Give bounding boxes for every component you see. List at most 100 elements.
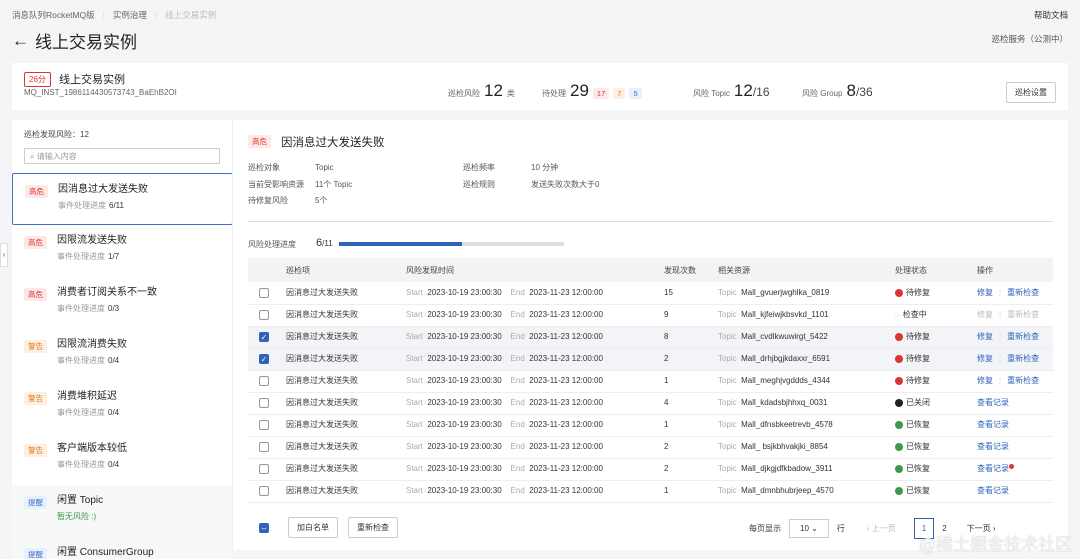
recheck-link[interactable]: 重新检查: [1007, 332, 1039, 341]
prev-page-button[interactable]: ‹ 上一页: [867, 523, 896, 534]
risk-list-item[interactable]: 警告 客户端版本较低 事件处理进度 0/4: [12, 433, 232, 485]
row-actions: 查看记录: [977, 458, 1053, 481]
fix-link[interactable]: 修复: [977, 332, 993, 341]
recheck-link[interactable]: 重新检查: [1007, 376, 1039, 385]
fix-link[interactable]: 修复: [977, 354, 993, 363]
recheck-link[interactable]: 重新检查: [1007, 288, 1039, 297]
back-arrow-icon[interactable]: ←: [12, 31, 29, 51]
row-status: 待修复: [895, 326, 977, 349]
risk-name: 因限流发送失败: [57, 235, 127, 246]
row-actions: 查看记录: [977, 392, 1053, 415]
row-count: 1: [664, 414, 718, 437]
row-resource: Topic Mall_dmnbhubrjeep_4570: [718, 480, 895, 503]
recheck-button[interactable]: 重新检查: [348, 517, 398, 538]
row-checkbox[interactable]: [259, 397, 269, 408]
row-checkbox[interactable]: [259, 419, 269, 430]
row-checkbox[interactable]: [259, 287, 269, 298]
risk-list-item[interactable]: 提醒 闲置 ConsumerGroup: [12, 537, 232, 559]
per-page-label: 每页显示: [749, 524, 781, 533]
risk-list-item[interactable]: 警告 因限流消费失败 事件处理进度 0/4: [12, 329, 232, 381]
breadcrumb-governance[interactable]: 实例治理: [113, 9, 147, 21]
progress-value: 6/11: [316, 237, 333, 249]
status-dot-icon: [895, 376, 903, 385]
search-input[interactable]: ⌕ 请输入内容: [24, 148, 220, 164]
notification-dot-icon: [1009, 464, 1014, 469]
status-dot-icon: [895, 442, 903, 451]
row-checkbox[interactable]: [259, 441, 269, 452]
row-resource: Topic Mall_dfnsbkeetrevb_4578: [718, 414, 895, 437]
level-tag: 警告: [24, 392, 47, 405]
fix-link[interactable]: 修复: [977, 288, 993, 297]
score-badge: 26分: [24, 72, 51, 87]
risk-name: 闲置 Topic: [57, 495, 104, 506]
per-page-select[interactable]: 10 ⌄: [789, 519, 829, 538]
row-checkbox[interactable]: [259, 309, 269, 320]
risk-progress: 事件处理进度 0/4: [57, 356, 120, 365]
status-dot-icon: [895, 486, 903, 495]
row-checkbox[interactable]: ✓: [259, 331, 269, 342]
risk-list-item[interactable]: 高危 因消息过大发送失败 事件处理进度 6/11: [12, 173, 232, 225]
expand-chevron-icon[interactable]: ›: [0, 243, 8, 267]
view-record-link[interactable]: 查看记录: [977, 398, 1009, 407]
row-time: Start 2023-10-19 23:00:30 End 2023-11-23…: [406, 282, 664, 305]
risk-detail-panel: 高危 因消息过大发送失败 巡检对象 Topic 当前受影响资源 11个 Topic …: [232, 120, 1068, 550]
search-icon: ⌕: [30, 152, 35, 161]
risk-list-item[interactable]: 提醒 闲置 Topic 暂无风险 :): [12, 485, 232, 537]
row-count: 2: [664, 436, 718, 459]
next-page-button[interactable]: 下一页 ›: [967, 523, 996, 534]
col-status: 处理状态: [895, 258, 977, 282]
breadcrumb-product[interactable]: 消息队列RocketMQ版: [12, 9, 95, 21]
row-item: 因消息过大发送失败: [286, 436, 406, 459]
col-item: 巡检项: [286, 258, 406, 282]
level-tag: 提醒: [24, 496, 47, 509]
view-record-link[interactable]: 查看记录: [977, 464, 1009, 473]
view-record-link[interactable]: 查看记录: [977, 420, 1009, 429]
fix-link[interactable]: 修复: [977, 310, 993, 319]
table-row: 因消息过大发送失败 Start 2023-10-19 23:00:30 End …: [248, 458, 1053, 481]
instance-summary-card: 26分 线上交易实例 MQ_INST_1986114430573743_BaEh…: [12, 63, 1068, 110]
table-row: 因消息过大发送失败 Start 2023-10-19 23:00:30 End …: [248, 392, 1053, 415]
row-checkbox[interactable]: [259, 485, 269, 496]
risk-list-item[interactable]: 高危 消费者订阅关系不一致 事件处理进度 0/3: [12, 277, 232, 329]
row-item: 因消息过大发送失败: [286, 282, 406, 305]
select-all-checkbox[interactable]: –: [259, 523, 269, 533]
row-time: Start 2023-10-19 23:00:30 End 2023-11-23…: [406, 436, 664, 459]
page-title: ← 线上交易实例: [12, 28, 137, 53]
page-2[interactable]: 2: [942, 524, 946, 533]
risk-name: 因消息过大发送失败: [58, 184, 148, 195]
row-status: 已恢复: [895, 436, 977, 459]
row-time: Start 2023-10-19 23:00:30 End 2023-11-23…: [406, 326, 664, 349]
fix-link[interactable]: 修复: [977, 376, 993, 385]
detail-fields-left: 巡检对象 Topic 当前受影响资源 11个 Topic 待修复风险 5个: [248, 163, 353, 205]
level-tag: 高危: [24, 288, 47, 301]
view-record-link[interactable]: 查看记录: [977, 442, 1009, 451]
table-row: 因消息过大发送失败 Start 2023-10-19 23:00:30 End …: [248, 304, 1053, 327]
risk-name: 因限流消费失败: [57, 339, 127, 350]
inspection-settings-button[interactable]: 巡检设置: [1006, 82, 1056, 103]
recheck-link[interactable]: 重新检查: [1007, 310, 1039, 319]
table-row: 因消息过大发送失败 Start 2023-10-19 23:00:30 End …: [248, 282, 1053, 305]
row-checkbox[interactable]: [259, 375, 269, 386]
risk-list-item[interactable]: 警告 消费堆积延迟 事件处理进度 0/4: [12, 381, 232, 433]
row-actions: 查看记录: [977, 414, 1053, 437]
row-time: Start 2023-10-19 23:00:30 End 2023-11-23…: [406, 414, 664, 437]
chevron-down-icon: ⌄: [811, 524, 818, 533]
detail-fields-right: 巡检频率 10 分钟 巡检规则 发送失败次数大于0: [463, 163, 600, 189]
recheck-link[interactable]: 重新检查: [1007, 354, 1039, 363]
table-row: 因消息过大发送失败 Start 2023-10-19 23:00:30 End …: [248, 414, 1053, 437]
breadcrumb: 消息队列RocketMQ版 | 实例治理 | 线上交易实例: [12, 9, 217, 21]
row-checkbox[interactable]: [259, 463, 269, 474]
view-record-link[interactable]: 查看记录: [977, 486, 1009, 495]
risk-list-item[interactable]: 高危 因限流发送失败 事件处理进度 1/7: [12, 225, 232, 277]
row-time: Start 2023-10-19 23:00:30 End 2023-11-23…: [406, 348, 664, 371]
row-time: Start 2023-10-19 23:00:30 End 2023-11-23…: [406, 370, 664, 393]
whitelist-button[interactable]: 加白名单: [288, 517, 338, 538]
risk-progress: 事件处理进度 0/4: [57, 408, 120, 417]
instance-name: 线上交易实例: [59, 74, 125, 86]
table-row: 因消息过大发送失败 Start 2023-10-19 23:00:30 End …: [248, 370, 1053, 393]
risk-name: 闲置 ConsumerGroup: [57, 547, 154, 558]
help-docs-link[interactable]: 帮助文档: [1034, 9, 1068, 21]
row-checkbox[interactable]: ✓: [259, 353, 269, 364]
status-dot-icon: [895, 354, 903, 363]
instance-id: MQ_INST_1986114430573743_BaEhB2OI: [24, 88, 177, 97]
